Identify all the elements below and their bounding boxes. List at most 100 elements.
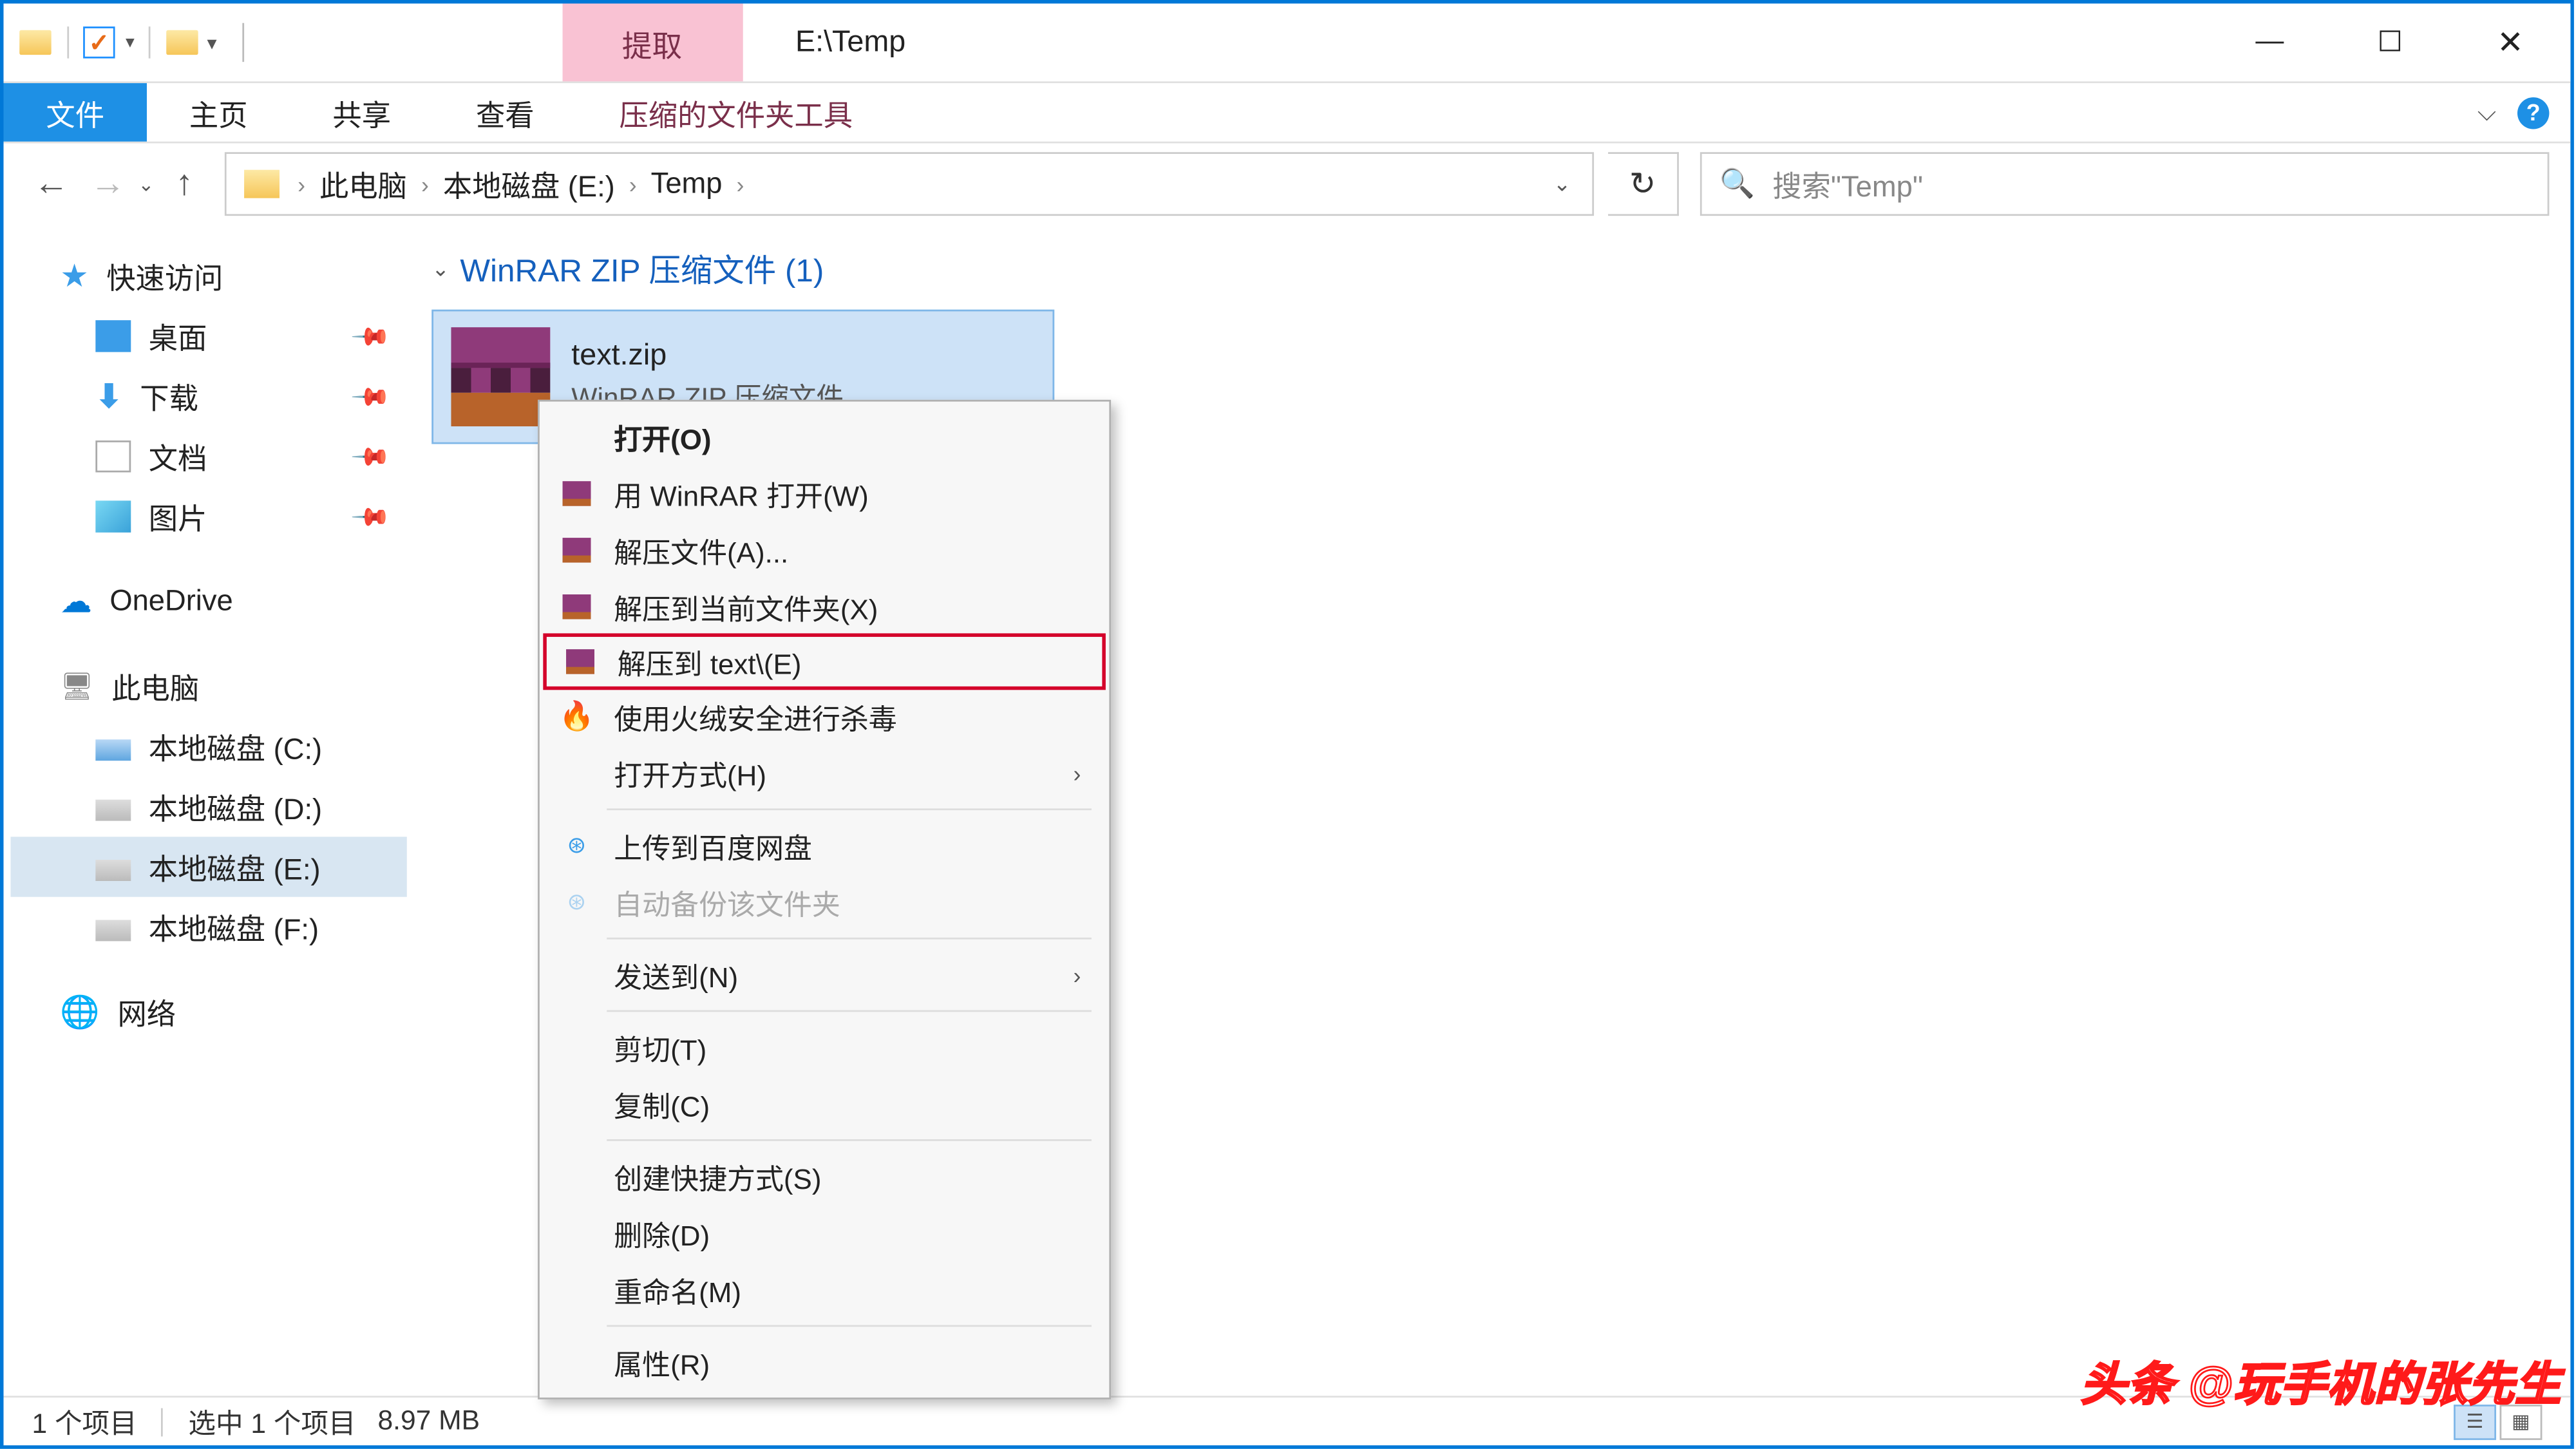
- search-placeholder: 搜索"Temp": [1772, 163, 1923, 205]
- crumb-pc[interactable]: 此电脑: [312, 163, 414, 205]
- properties-qat-icon[interactable]: ✓: [83, 26, 115, 58]
- nav-documents[interactable]: 文档📌: [10, 426, 406, 486]
- chevron-right-icon[interactable]: ›: [622, 171, 644, 197]
- tab-view[interactable]: 查看: [433, 83, 577, 142]
- drive-icon: [95, 799, 131, 820]
- navigation-pane: ★快速访问 桌面📌 ⬇下载📌 文档📌 图片📌 ☁OneDrive 🖥此电脑 本地…: [3, 221, 413, 1396]
- menu-huorong-scan[interactable]: 🔥 使用火绒安全进行杀毒: [543, 688, 1106, 745]
- maximize-button[interactable]: ☐: [2330, 3, 2450, 81]
- address-bar[interactable]: › 此电脑 › 本地磁盘 (E:) › Temp › ⌄: [225, 152, 1594, 216]
- up-button[interactable]: ↑: [158, 157, 211, 210]
- menu-label: 自动备份该文件夹: [614, 881, 840, 923]
- menu-delete[interactable]: 删除(D): [543, 1205, 1106, 1262]
- refresh-button[interactable]: ↻: [1608, 152, 1679, 216]
- pin-icon: 📌: [348, 435, 392, 478]
- ribbon-tabs: 文件 主页 共享 查看 压缩的文件夹工具 ⌵ ?: [3, 83, 2570, 143]
- close-button[interactable]: ✕: [2450, 3, 2571, 81]
- menu-open-with[interactable]: 打开方式(H)›: [543, 744, 1106, 801]
- crumb-drive[interactable]: 本地磁盘 (E:): [436, 163, 622, 205]
- nav-this-pc[interactable]: 🖥此电脑: [10, 656, 406, 716]
- menu-label: 上传到百度网盘: [614, 824, 812, 867]
- tab-home[interactable]: 主页: [147, 83, 290, 142]
- quick-access-toolbar: ✓ ▾ ▾: [3, 3, 261, 81]
- menu-upload-baidu[interactable]: ⊛上传到百度网盘: [543, 817, 1106, 874]
- chevron-down-icon[interactable]: ▾: [126, 33, 135, 52]
- nav-drive-d[interactable]: 本地磁盘 (D:): [10, 777, 406, 837]
- nav-desktop[interactable]: 桌面📌: [10, 306, 406, 366]
- submenu-arrow-icon: ›: [1073, 961, 1081, 988]
- menu-cut[interactable]: 剪切(T): [543, 1019, 1106, 1075]
- nav-pictures[interactable]: 图片 📌: [10, 486, 406, 546]
- menu-rename[interactable]: 重命名(M): [543, 1262, 1106, 1318]
- navigation-row: ← → ⌄ ↑ › 此电脑 › 本地磁盘 (E:) › Temp › ⌄ ↻ 🔍…: [3, 147, 2570, 221]
- drive-icon: [95, 739, 131, 760]
- watermark: 头条 @玩手机的张先生: [2081, 1349, 2562, 1414]
- window-title: E:\Temp: [743, 3, 906, 81]
- nav-quick-access[interactable]: ★快速访问: [10, 246, 406, 306]
- winrar-icon: [561, 478, 592, 509]
- folder-icon: [165, 24, 200, 60]
- crumb-folder[interactable]: Temp: [644, 167, 730, 201]
- menu-copy[interactable]: 复制(C): [543, 1075, 1106, 1132]
- nav-label: 本地磁盘 (D:): [149, 786, 322, 828]
- chevron-right-icon[interactable]: ›: [730, 171, 752, 197]
- nav-network[interactable]: 🌐网络: [10, 982, 406, 1042]
- pictures-icon: [95, 500, 131, 532]
- winrar-icon: [451, 327, 550, 426]
- chevron-right-icon[interactable]: ›: [414, 171, 436, 197]
- menu-extract-to-folder[interactable]: 解压到 text\(E): [543, 633, 1106, 690]
- menu-extract-files[interactable]: 解压文件(A)...: [543, 522, 1106, 578]
- network-icon: 🌐: [60, 993, 100, 1030]
- nav-label: 本地磁盘 (E:): [149, 846, 321, 888]
- menu-label: 解压文件(A)...: [614, 529, 788, 571]
- folder-icon: [245, 170, 280, 198]
- address-dropdown-icon[interactable]: ⌄: [1539, 171, 1586, 196]
- drive-icon: [95, 919, 131, 940]
- nav-label: 快速访问: [106, 255, 223, 298]
- menu-send-to[interactable]: 发送到(N)›: [543, 947, 1106, 1003]
- status-item-count: 1 个项目: [32, 1402, 137, 1441]
- download-icon: ⬇: [95, 377, 122, 415]
- nav-onedrive[interactable]: ☁ OneDrive: [10, 571, 406, 631]
- group-header[interactable]: ⌄ WinRAR ZIP 压缩文件 (1): [431, 246, 2553, 292]
- nav-downloads[interactable]: ⬇下载📌: [10, 366, 406, 426]
- qat-dropdown-icon[interactable]: ▾: [207, 31, 216, 54]
- history-dropdown-icon[interactable]: ⌄: [138, 173, 154, 196]
- menu-extract-here[interactable]: 解压到当前文件夹(X): [543, 578, 1106, 635]
- nav-label: OneDrive: [109, 585, 232, 618]
- tab-share[interactable]: 共享: [290, 83, 434, 142]
- winrar-icon: [561, 535, 592, 566]
- nav-label: 本地磁盘 (F:): [149, 905, 319, 948]
- nav-label: 桌面: [149, 315, 207, 357]
- pin-icon: 📌: [348, 495, 392, 538]
- contextual-tab-label: 提取: [562, 3, 742, 81]
- tab-compressed-tools[interactable]: 压缩的文件夹工具: [577, 83, 895, 142]
- fire-icon: 🔥: [561, 701, 592, 732]
- cloud-icon: ☁: [60, 583, 91, 620]
- help-icon[interactable]: ?: [2517, 97, 2549, 128]
- menu-open-winrar[interactable]: 用 WinRAR 打开(W): [543, 465, 1106, 522]
- menu-label: 解压到 text\(E): [618, 640, 802, 683]
- ribbon-expand-icon[interactable]: ⌵: [2477, 97, 2496, 128]
- back-button[interactable]: ←: [24, 157, 77, 210]
- pin-icon: 📌: [348, 375, 392, 418]
- chevron-right-icon[interactable]: ›: [290, 171, 312, 197]
- nav-drive-f[interactable]: 本地磁盘 (F:): [10, 897, 406, 957]
- forward-button[interactable]: →: [81, 157, 134, 210]
- menu-label: 使用火绒安全进行杀毒: [614, 696, 897, 738]
- menu-create-shortcut[interactable]: 创建快捷方式(S): [543, 1148, 1106, 1205]
- baidu-icon: ⊛: [561, 886, 592, 918]
- search-input[interactable]: 🔍 搜索"Temp": [1700, 152, 2550, 216]
- nav-label: 图片: [149, 495, 207, 538]
- file-name: text.zip: [571, 338, 844, 374]
- tab-file[interactable]: 文件: [3, 83, 147, 142]
- menu-properties[interactable]: 属性(R): [543, 1334, 1106, 1390]
- menu-open[interactable]: 打开(O): [543, 409, 1106, 466]
- minimize-button[interactable]: —: [2210, 3, 2330, 81]
- status-size: 8.97 MB: [377, 1405, 480, 1437]
- menu-label: 解压到当前文件夹(X): [614, 585, 878, 628]
- context-menu: 打开(O) 用 WinRAR 打开(W) 解压文件(A)... 解压到当前文件夹…: [538, 400, 1111, 1399]
- nav-drive-e[interactable]: 本地磁盘 (E:): [10, 837, 406, 896]
- nav-drive-c[interactable]: 本地磁盘 (C:): [10, 717, 406, 777]
- title-bar: ✓ ▾ ▾ 提取 E:\Temp — ☐ ✕: [3, 3, 2570, 83]
